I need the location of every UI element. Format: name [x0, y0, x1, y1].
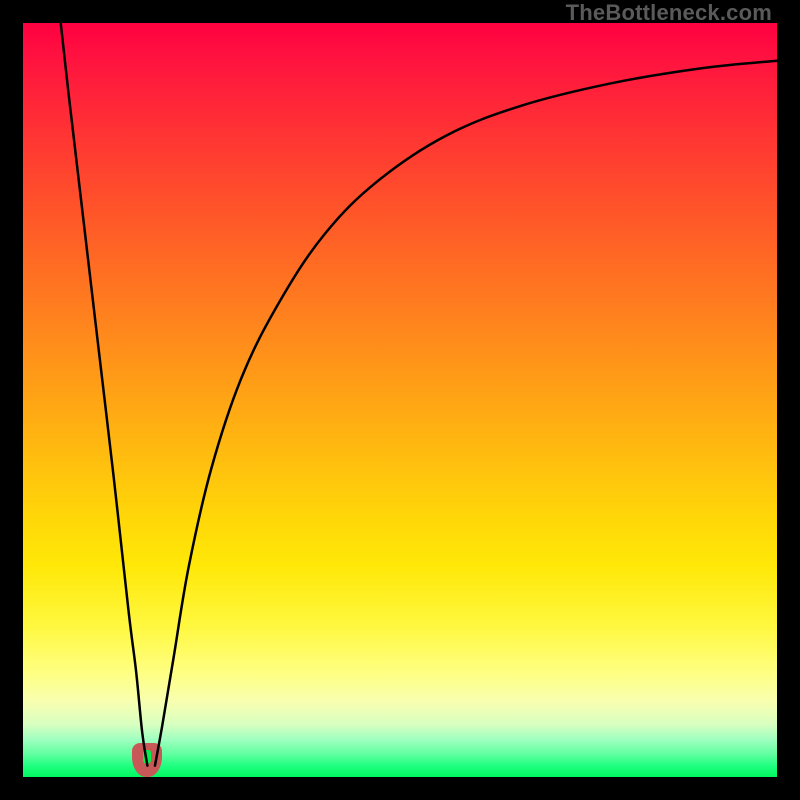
curve-svg: [23, 23, 777, 777]
plot-area: [23, 23, 777, 777]
chart-frame: TheBottleneck.com: [0, 0, 800, 800]
bottleneck-curve: [61, 23, 777, 766]
